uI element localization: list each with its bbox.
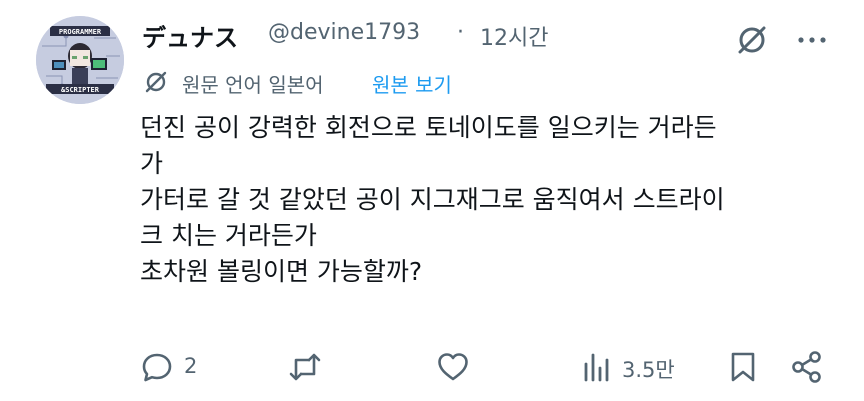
post-text-line: 초차원 볼링이면 가능할까? [140, 257, 423, 286]
share-icon [792, 351, 821, 383]
grok-icon [145, 71, 167, 93]
reply-button[interactable] [140, 350, 174, 386]
reply-icon [142, 353, 172, 382]
views-icon [584, 353, 609, 382]
avatar[interactable]: PROGRAMMER &SCRIPTER [36, 16, 124, 104]
display-name[interactable]: デュナス [142, 18, 238, 53]
bookmark-button[interactable] [726, 350, 760, 386]
avatar-icon: PROGRAMMER &SCRIPTER [36, 16, 124, 104]
post-text-line: 가터로 갈 것 같았던 공이 지그재그로 움직여서 스트라이 [140, 185, 725, 214]
share-button[interactable] [790, 350, 824, 386]
avatar-text-top: PROGRAMMER [59, 28, 102, 36]
like-button[interactable] [436, 350, 470, 386]
bookmark-icon [731, 352, 755, 382]
separator-dot: · [457, 20, 464, 45]
action-bar: 2 3.5만 [0, 340, 864, 396]
post-header: デュナス @devine1793 · 12시간 [142, 14, 836, 54]
grok-button[interactable] [732, 20, 772, 60]
avatar-text-bottom: &SCRIPTER [61, 86, 100, 94]
views-count: 3.5만 [622, 358, 675, 382]
grok-icon [738, 26, 766, 54]
more-button[interactable] [792, 20, 832, 60]
like-icon [438, 353, 468, 381]
post-time[interactable]: 12시간 [480, 20, 548, 52]
post-text-line: 크 치는 거라든가 [140, 221, 317, 250]
user-handle[interactable]: @devine1793 [268, 20, 420, 45]
show-original-link[interactable]: 원본 보기 [372, 69, 452, 98]
repost-button[interactable] [288, 350, 322, 386]
views-button[interactable] [580, 350, 614, 386]
more-icon [798, 37, 826, 43]
repost-icon [289, 353, 321, 381]
post-text: 던진 공이 강력한 회전으로 토네이도를 일으키는 거라든 가 가터로 갈 것 … [140, 110, 840, 290]
reply-count: 2 [184, 354, 198, 378]
translation-label: 원문 언어 일본어 [182, 73, 324, 97]
post-text-line: 던진 공이 강력한 회전으로 토네이도를 일으키는 거라든 [140, 113, 717, 142]
post-text-line: 가 [140, 149, 164, 178]
